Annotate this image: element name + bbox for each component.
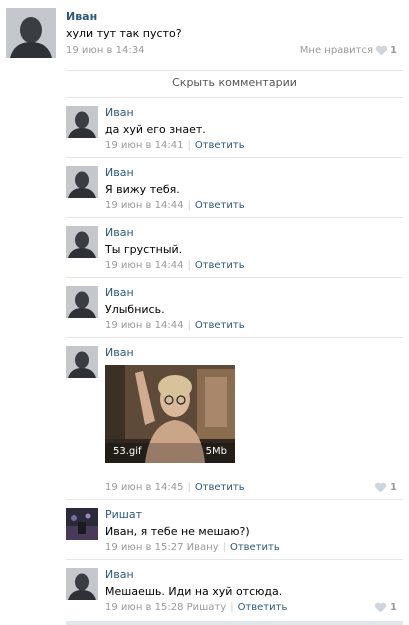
comment: Иван Ты грустный. 19 июн в 14:44 | Ответит… (66, 217, 403, 277)
heart-icon (375, 483, 386, 493)
reply-link[interactable]: Ответить (230, 542, 280, 553)
avatar[interactable] (66, 346, 98, 378)
comment-meta: 19 июн в 14:44 | Ответить (105, 260, 245, 271)
like-button[interactable]: Мне нравится 1 (300, 45, 397, 56)
comment-author[interactable]: Иван (105, 166, 134, 179)
comment-text: Ты грустный. (105, 243, 183, 256)
reply-link[interactable]: Ответить (195, 320, 245, 331)
comment-meta: 19 июн в 14:45 | Ответить (105, 482, 245, 493)
comment-meta: 19 июн в 15:28 Ришату | Ответить (105, 602, 288, 613)
like-button[interactable]: 1 (375, 482, 397, 493)
gif-filesize: 5Mb (205, 446, 227, 457)
comment: Ришат Иван, я тебе не мешаю?) 19 июн в 1… (66, 499, 403, 559)
gif-filename: 53.gif (113, 446, 142, 457)
comment: Иван Мешаешь. Иди на хуй отсюда. 19 июн … (66, 559, 403, 619)
comment-author[interactable]: Иван (105, 106, 134, 119)
comment-text: Улыбнись. (105, 303, 165, 316)
reply-link[interactable]: Ответить (195, 260, 245, 271)
comment-author[interactable]: Иван (105, 346, 134, 359)
comment-date[interactable]: 19 июн в 14:44 (105, 320, 183, 331)
avatar[interactable] (66, 166, 98, 198)
comment-author[interactable]: Иван (105, 286, 134, 299)
comment-text: Мешаешь. Иди на хуй отсюда. (105, 585, 283, 598)
like-count: 1 (390, 482, 397, 493)
comment-author[interactable]: Ришат (105, 508, 142, 521)
avatar[interactable] (66, 286, 98, 318)
reply-link[interactable]: Ответить (195, 482, 245, 493)
comment-text: Иван, я тебе не мешаю?) (105, 525, 250, 538)
heart-icon (376, 46, 387, 56)
reply-link[interactable]: Ответить (195, 140, 245, 151)
comment-meta: 19 июн в 14:44 | Ответить (105, 200, 245, 211)
post-text: хули тут так пусто? (66, 27, 182, 40)
comment-date[interactable]: 19 июн в 14:45 (105, 482, 183, 493)
avatar[interactable] (66, 226, 98, 258)
comment: Иван Улыбнись. 19 июн в 14:44 | Ответить (66, 277, 403, 337)
comment-date[interactable]: 19 июн в 14:41 (105, 140, 183, 151)
hide-comments-link[interactable]: Скрыть комментарии (66, 70, 403, 94)
reply-to[interactable]: Ивану (187, 542, 219, 553)
comment-text: да хуй его знает. (105, 123, 206, 136)
comment: Иван да хуй его знает. 19 июн в 14:41 | От… (66, 97, 403, 157)
reply-to[interactable]: Ришату (187, 602, 227, 613)
avatar[interactable] (66, 508, 98, 540)
heart-icon (375, 603, 386, 613)
comment-date[interactable]: 19 июн в 14:44 (105, 260, 183, 271)
like-count: 1 (390, 45, 397, 56)
avatar[interactable] (6, 8, 56, 58)
comment-date[interactable]: 19 июн в 15:27 (105, 542, 183, 553)
like-button[interactable]: 1 (375, 602, 397, 613)
comment: Иван Я вижу тебя. 19 июн в 14:44 | Ответит… (66, 157, 403, 217)
post-author[interactable]: Иван (66, 10, 97, 23)
reply-link[interactable]: Ответить (195, 200, 245, 211)
comment-meta: 19 июн в 14:44 | Ответить (105, 320, 245, 331)
comment-meta: 19 июн в 15:27 Ивану | Ответить (105, 542, 280, 553)
gif-attachment[interactable]: 53.gif 5Mb (105, 365, 235, 463)
comment-meta: 19 июн в 14:41 | Ответить (105, 140, 245, 151)
post-date[interactable]: 19 июн в 14:34 (66, 45, 144, 56)
comment-author[interactable]: Иван (105, 568, 134, 581)
comment-input-edge (66, 621, 403, 625)
avatar[interactable] (66, 568, 98, 600)
comment-author[interactable]: Иван (105, 226, 134, 239)
like-label: Мне нравится (299, 45, 374, 56)
comment-date[interactable]: 19 июн в 14:44 (105, 200, 183, 211)
comment-text: Я вижу тебя. (105, 183, 180, 196)
wall-post: Иван хули тут так пусто? 19 июн в 14:34 … (0, 0, 409, 96)
comment-date[interactable]: 19 июн в 15:28 (105, 602, 183, 613)
comment: Иван 53.gif 5Mb 19 июн в 14:45 | Ответить … (66, 337, 403, 499)
like-count: 1 (390, 602, 397, 613)
reply-link[interactable]: Ответить (238, 602, 288, 613)
avatar[interactable] (66, 106, 98, 138)
